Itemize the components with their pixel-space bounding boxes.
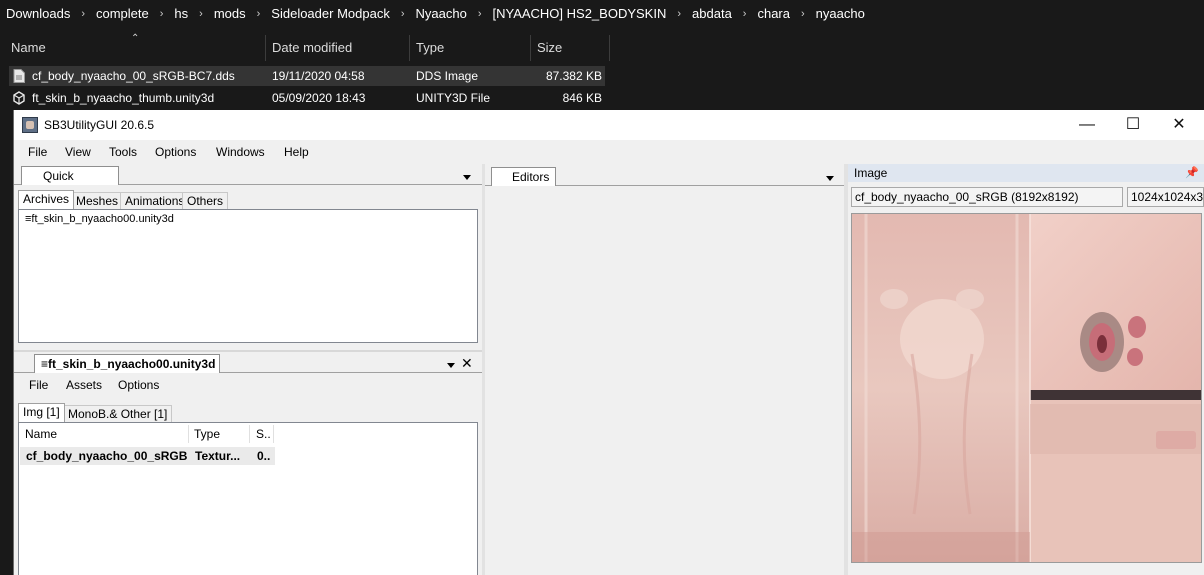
editors-panel: Editors [485,164,844,575]
chevron-down-icon[interactable] [826,176,834,181]
title-bar[interactable]: SB3UtilityGUI 20.6.5 — ☐ ✕ [14,110,1204,140]
sort-up-icon: ⌃ [131,33,140,44]
chevron-right-icon[interactable]: › [190,8,212,20]
archive-list[interactable]: ≡ft_skin_b_nyaacho00.unity3d [18,209,478,343]
subtab-others[interactable]: Others [182,192,229,209]
subtab-img[interactable]: Img [1] [18,403,65,422]
asset-name: cf_body_nyaacho_00_sRGB [26,449,188,463]
table-row[interactable]: cf_body_nyaacho_00_sRGB Textur... 0.. [20,447,275,465]
tab-editors[interactable]: Editors [491,167,556,186]
chevron-right-icon[interactable]: › [151,8,173,20]
archive-panel: ≡ft_skin_b_nyaacho00.unity3d ✕ File Asse… [14,352,482,575]
sb3utility-window: SB3UtilityGUI 20.6.5 — ☐ ✕ File View Too… [13,110,1204,575]
menu-help[interactable]: Help [284,140,309,164]
file-explorer: Downloads › complete › hs › mods › Sideloader Mo… [0,0,1204,112]
menu-options[interactable]: Options [155,140,196,164]
minimize-button[interactable]: — [1064,110,1110,140]
close-icon[interactable]: ✕ [461,355,473,371]
window-title: SB3UtilityGUI 20.6.5 [44,118,155,132]
image-panel-header: Image 📌 [848,164,1204,182]
chevron-down-icon[interactable] [447,363,455,368]
tab-quick-access[interactable]: Quick Access [21,166,119,202]
column-type[interactable]: Type [416,35,444,61]
body-skin-texture [852,214,1201,562]
app-icon [22,117,38,133]
chevron-right-icon[interactable]: › [792,8,814,20]
maximize-button[interactable]: ☐ [1110,110,1156,140]
breadcrumb-item[interactable]: mods [212,6,248,21]
column-name[interactable]: Name [11,35,46,61]
breadcrumb-item[interactable]: nyaacho [814,6,867,21]
chevron-right-icon[interactable]: › [469,8,491,20]
breadcrumb-item[interactable]: complete [94,6,151,21]
column-header: ⌃ Name Date modified Type Size [0,33,612,61]
breadcrumb-item[interactable]: chara [755,6,792,21]
image-panel-title: Image [854,166,888,180]
chevron-down-icon[interactable] [463,175,471,180]
breadcrumb-item[interactable]: abdata [690,6,734,21]
menu-windows[interactable]: Windows [216,140,265,164]
subtab-monob-other[interactable]: MonoB.& Other [1] [63,405,173,422]
chevron-right-icon[interactable]: › [734,8,756,20]
menu-view[interactable]: View [65,140,91,164]
column-date-modified[interactable]: Date modified [272,35,352,61]
file-row-unity3d[interactable]: ft_skin_b_nyaacho_thumb.unity3d 05/09/20… [9,88,605,108]
tab-archive[interactable]: ≡ft_skin_b_nyaacho00.unity3d [34,354,220,373]
tab-label: Editors [512,170,550,184]
column-size[interactable]: Size [537,35,562,61]
menu-file[interactable]: File [28,140,47,164]
menu-bar: File View Tools Options Windows Help [14,140,1204,164]
menu-tools[interactable]: Tools [109,140,137,164]
list-item[interactable]: ≡ft_skin_b_nyaacho00.unity3d [25,213,174,225]
breadcrumb-item[interactable]: [NYAACHO] HS2_BODYSKIN [490,6,668,21]
column-name[interactable]: Name [25,427,57,441]
subtab-archives[interactable]: Archives [18,190,75,209]
chevron-right-icon[interactable]: › [392,8,414,20]
breadcrumb-item[interactable]: Sideloader Modpack [269,6,392,21]
archive-menu-file[interactable]: File [29,378,48,392]
breadcrumb-item[interactable]: Downloads [4,6,72,21]
breadcrumb-item[interactable]: Nyaacho [414,6,469,21]
image-size-field[interactable]: 1024x1024x32 [1127,187,1204,207]
column-size[interactable]: S.. [256,427,271,441]
file-row-dds[interactable]: cf_body_nyaacho_00_sRGB-BC7.dds 19/11/20… [9,66,605,86]
asset-list[interactable]: Name Type S.. cf_body_nyaacho_00_sRGB Te… [18,422,478,575]
quick-access-panel: Quick Access Archives Meshes Animations … [14,164,482,350]
close-button[interactable]: ✕ [1156,110,1202,140]
asset-type: Textur... [195,449,241,463]
texture-preview [851,213,1202,563]
subtab-meshes[interactable]: Meshes [71,192,124,209]
asset-list-header: Name Type S.. [19,423,479,443]
chevron-right-icon[interactable]: › [248,8,270,20]
file-size: 846 KB [562,91,602,105]
file-size: 87.382 KB [545,69,602,83]
pin-icon[interactable]: 📌 [1185,164,1199,182]
breadcrumb: Downloads › complete › hs › mods › Sideloader Mo… [0,0,1204,27]
chevron-right-icon[interactable]: › [72,8,94,20]
chevron-right-icon[interactable]: › [668,8,690,20]
archive-menu-assets[interactable]: Assets [66,378,102,392]
image-name-field[interactable]: cf_body_nyaacho_00_sRGB (8192x8192) [851,187,1123,207]
breadcrumb-item[interactable]: hs [172,6,190,21]
column-type[interactable]: Type [194,427,220,441]
subtab-animations[interactable]: Animations [120,192,190,209]
archive-menu-options[interactable]: Options [118,378,159,392]
asset-size: 0.. [257,449,271,463]
archive-menu-bar: File Assets Options [14,375,482,398]
